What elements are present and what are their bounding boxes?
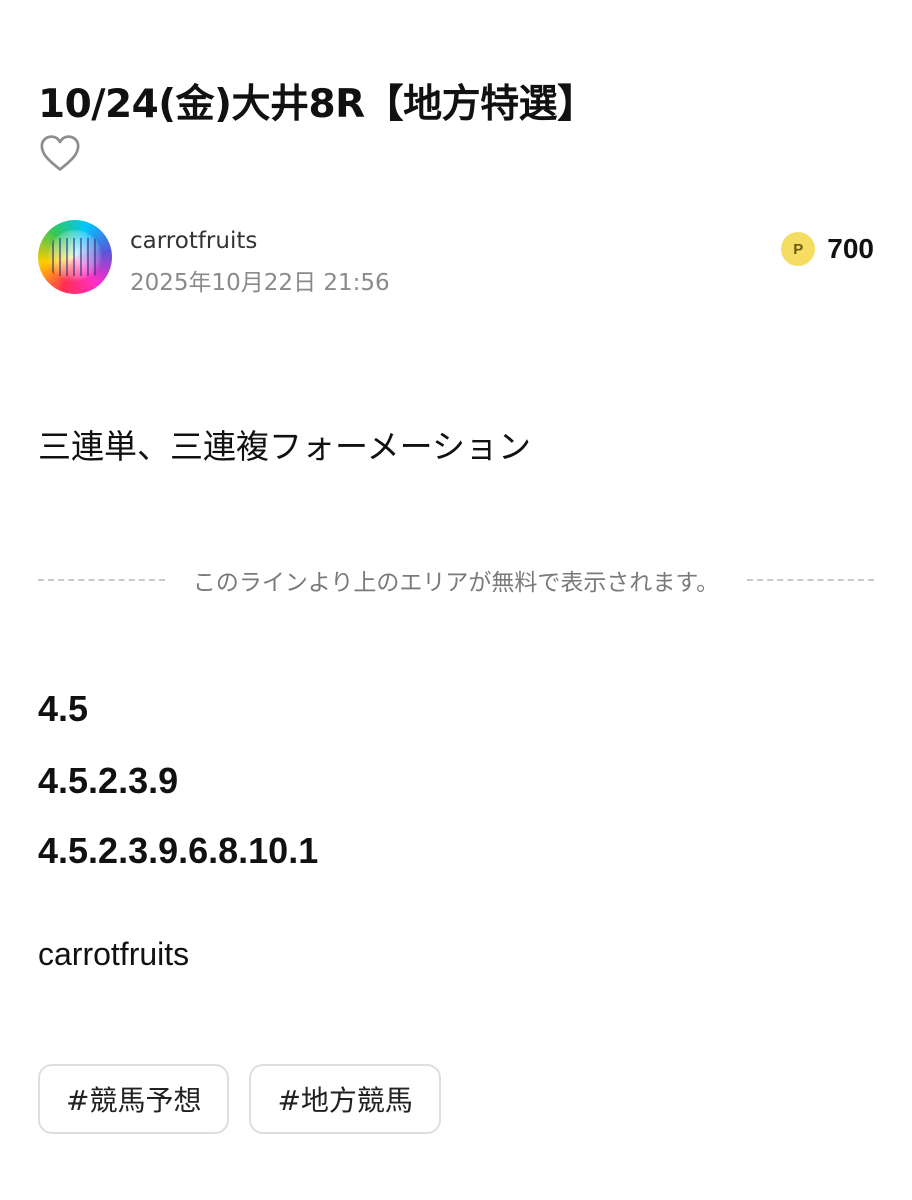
intro-text: 三連単、三連複フォーメーション: [38, 427, 532, 466]
avatar-pattern: [52, 238, 98, 276]
pick-line-1: 4.5: [38, 688, 89, 729]
point-coin-icon: P: [781, 232, 816, 266]
price-value: 700: [827, 233, 874, 264]
paywall-notice: このラインより上のエリアが無料で表示されます。: [192, 570, 720, 596]
divider-dash-right: [747, 579, 874, 581]
avatar[interactable]: [38, 220, 112, 294]
signature: carrotfruits: [38, 936, 190, 972]
tag-list: #競馬予想 #地方競馬: [38, 1064, 441, 1134]
author-name[interactable]: carrotfruits: [130, 226, 257, 256]
author-row: carrotfruits 2025年10月22日 21:56 P 700: [38, 220, 874, 296]
like-button[interactable]: [38, 131, 82, 175]
divider-dash-left: [38, 579, 165, 581]
paywall-divider: このラインより上のエリアが無料で表示されます。: [38, 560, 874, 600]
post-date: 2025年10月22日 21:56: [130, 270, 390, 296]
tag-keiba-yosou[interactable]: #競馬予想: [38, 1064, 230, 1134]
pick-line-2: 4.5.2.3.9: [38, 760, 179, 801]
heart-outline-icon: [40, 135, 80, 171]
price-badge: P 700: [781, 232, 874, 266]
tag-chihou-keiba[interactable]: #地方競馬: [249, 1064, 441, 1134]
pick-line-3: 4.5.2.3.9.6.8.10.1: [38, 830, 319, 871]
article-title: 10/24(金)大井8R【地方特選】: [38, 82, 596, 128]
